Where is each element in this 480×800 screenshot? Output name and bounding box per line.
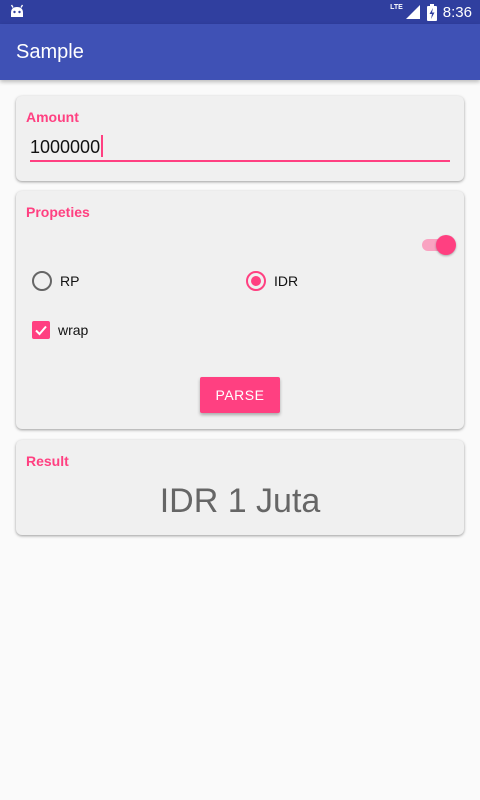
amount-card: Amount 1000000: [16, 96, 464, 181]
app-bar: Sample: [0, 24, 480, 80]
properties-card: Propeties RP IDR wrap PARSE: [16, 191, 464, 429]
radio-rp-label: RP: [60, 273, 80, 289]
app-title: Sample: [16, 41, 84, 63]
amount-label: Amount: [26, 109, 79, 125]
amount-input[interactable]: 1000000: [30, 134, 450, 162]
status-bar: LTE 8:36: [0, 0, 480, 24]
radio-idr[interactable]: IDR: [246, 271, 298, 291]
toggle-thumb: [436, 235, 456, 255]
radio-idr-label: IDR: [274, 273, 299, 289]
checkmark-icon: [35, 325, 47, 336]
result-label: Result: [26, 453, 69, 469]
radio-checked-icon: [246, 271, 266, 291]
parse-button[interactable]: PARSE: [200, 377, 280, 413]
properties-toggle[interactable]: [420, 233, 456, 255]
amount-value: 1000000: [30, 137, 101, 157]
radio-rp[interactable]: RP: [32, 271, 79, 291]
status-time: 8:36: [442, 3, 472, 21]
result-value: IDR 1 Juta: [159, 482, 321, 520]
result-card: Result IDR 1 Juta: [16, 440, 464, 535]
text-cursor: [101, 135, 104, 157]
network-type-label: LTE: [390, 3, 403, 11]
properties-label: Propeties: [26, 204, 90, 220]
signal-icon: [405, 5, 420, 19]
wrap-checkbox[interactable]: wrap: [32, 321, 88, 339]
battery-charging-icon: [426, 3, 437, 21]
wrap-checkbox-label: wrap: [58, 322, 89, 338]
checkbox-checked-icon: [32, 321, 50, 339]
android-notification-icon: [10, 4, 24, 17]
radio-unchecked-icon: [32, 271, 52, 291]
